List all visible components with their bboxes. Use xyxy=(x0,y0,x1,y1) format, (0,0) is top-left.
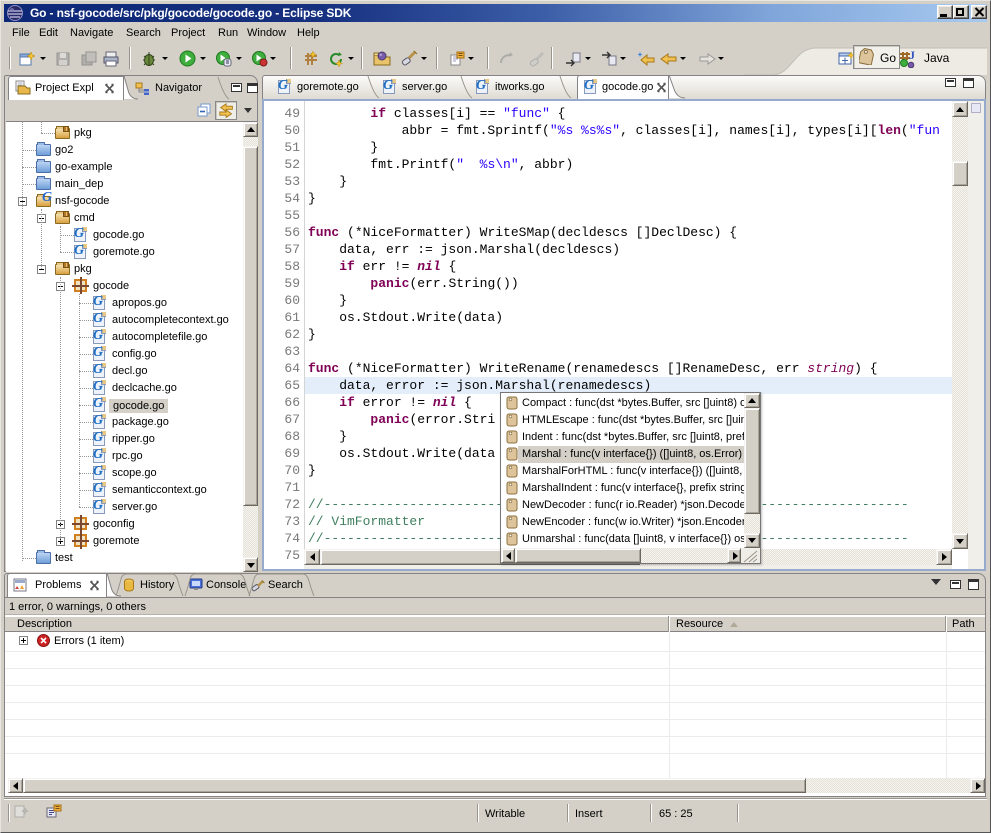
svg-text:J: J xyxy=(909,50,915,62)
